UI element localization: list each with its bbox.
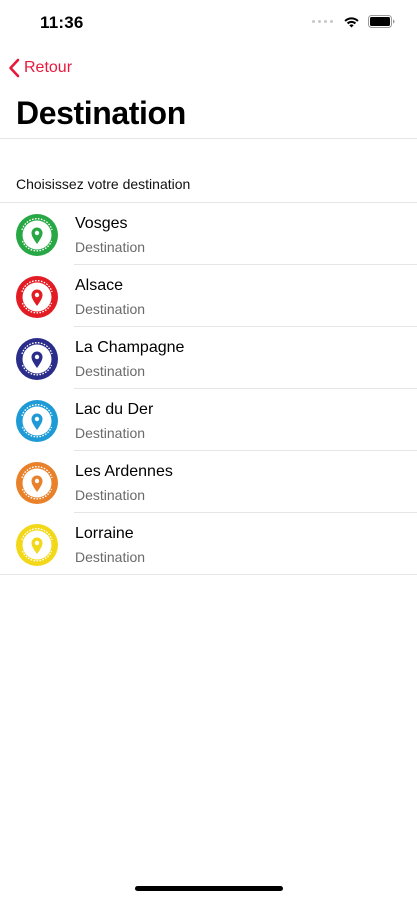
location-pin-badge-icon <box>16 276 58 318</box>
home-indicator <box>135 886 283 891</box>
destination-subtitle: Destination <box>75 425 146 441</box>
list-item-vosges[interactable]: Vosges Destination <box>0 203 417 265</box>
status-bar: 11:36 <box>0 0 417 46</box>
location-pin-badge-icon <box>16 214 58 256</box>
location-pin-badge-icon <box>16 400 58 442</box>
cellular-signal-icon <box>312 20 333 23</box>
title-divider <box>0 138 417 139</box>
destination-name: Lac du Der <box>75 401 154 418</box>
destination-name: Alsace <box>75 277 124 294</box>
back-button[interactable]: Retour <box>8 56 72 80</box>
back-button-label: Retour <box>24 59 73 76</box>
list-item-les-ardennes[interactable]: Les Ardennes Destination <box>0 451 417 513</box>
status-icons <box>312 15 395 28</box>
destination-subtitle: Destination <box>75 239 146 255</box>
wifi-icon <box>344 16 359 27</box>
list-item-lorraine[interactable]: Lorraine Destination <box>0 513 417 575</box>
destination-subtitle: Destination <box>75 549 146 565</box>
section-header: Choisissez votre destination <box>16 176 191 192</box>
destination-subtitle: Destination <box>75 363 146 379</box>
chevron-left-icon <box>9 58 20 78</box>
status-time: 11:36 <box>40 13 84 32</box>
destination-subtitle: Destination <box>75 487 146 503</box>
destination-name: Vosges <box>75 215 128 232</box>
location-pin-badge-icon <box>16 524 58 566</box>
list-item-la-champagne[interactable]: La Champagne Destination <box>0 327 417 389</box>
location-pin-badge-icon <box>16 462 58 504</box>
battery-icon <box>368 15 395 28</box>
list-item-alsace[interactable]: Alsace Destination <box>0 265 417 327</box>
destination-name: Lorraine <box>75 525 134 542</box>
page-title: Destination <box>16 95 186 131</box>
destination-list: Vosges Destination Alsace Destination La… <box>0 202 417 575</box>
destination-name: La Champagne <box>75 339 185 356</box>
location-pin-badge-icon <box>16 338 58 380</box>
destination-name: Les Ardennes <box>75 463 173 480</box>
list-item-lac-du-der[interactable]: Lac du Der Destination <box>0 389 417 451</box>
destination-subtitle: Destination <box>75 301 146 317</box>
